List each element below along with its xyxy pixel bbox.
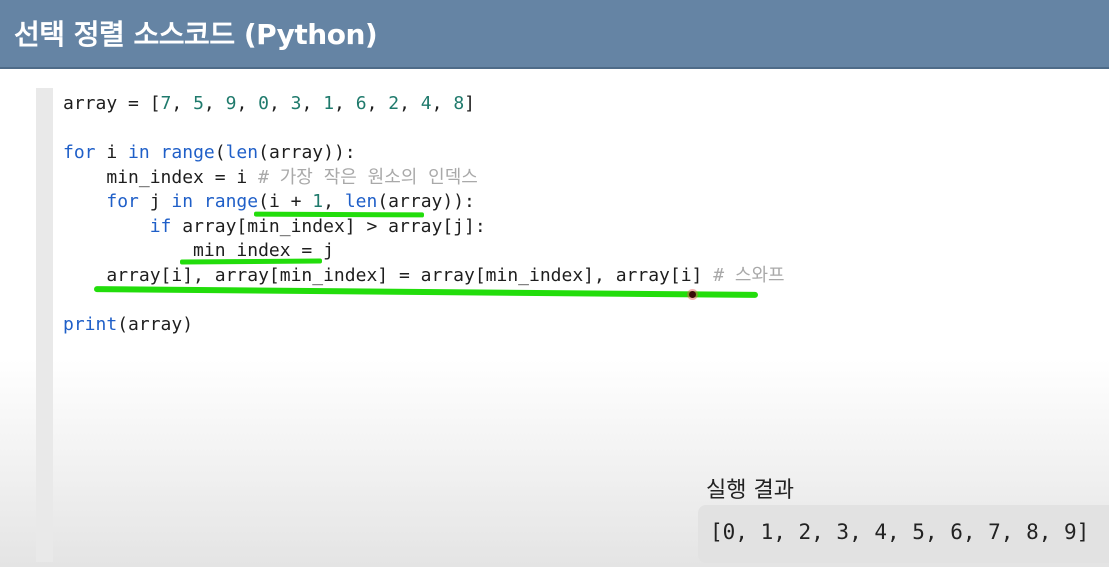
code-text: , xyxy=(323,191,345,212)
code-text: = [ xyxy=(117,93,161,114)
number-literal: 4 xyxy=(420,93,432,114)
code-line-6: if array[min_index] > array[j]: xyxy=(63,215,785,240)
code-text: (array)): xyxy=(258,142,356,163)
code-line-7: min_index = j xyxy=(63,239,785,264)
number-literal: 3 xyxy=(290,93,302,114)
code-gutter xyxy=(36,88,53,562)
number-literal: 5 xyxy=(193,93,204,114)
code-text: array[min_index] > array[j]: xyxy=(171,215,486,237)
builtin-range: range xyxy=(160,142,215,163)
number-literal: 9 xyxy=(225,93,237,114)
code-line-3: for i in range(len(array)): xyxy=(63,141,785,166)
keyword-in: in xyxy=(128,142,150,163)
code-line-4: min_index = i # 가장 작은 원소의 인덱스 xyxy=(63,166,785,191)
keyword-for: for xyxy=(63,142,96,163)
builtin-len: len xyxy=(225,142,259,163)
code-text: j xyxy=(138,191,172,212)
code-text: ( xyxy=(214,142,226,163)
code-comment: # 스와프 xyxy=(713,264,785,286)
builtin-print: print xyxy=(63,313,118,335)
code-text: i xyxy=(95,142,129,163)
number-literal: 1 xyxy=(312,191,324,212)
number-literal: 8 xyxy=(453,93,465,114)
code-text: array xyxy=(63,93,118,114)
number-literal: 2 xyxy=(388,93,400,114)
slide-title: 선택 정렬 소스코드 (Python) xyxy=(14,18,378,51)
code-line-1: array = [7, 5, 9, 0, 3, 1, 6, 2, 4, 8] xyxy=(63,93,476,114)
number-literal: 6 xyxy=(355,93,367,114)
number-literal: 1 xyxy=(323,93,335,114)
highlight-min-index-assign xyxy=(179,258,323,265)
number-literal: 7 xyxy=(160,93,172,114)
result-output-box: [0, 1, 2, 3, 4, 5, 6, 7, 8, 9] xyxy=(698,505,1109,563)
keyword-if: if xyxy=(149,215,172,237)
result-output-value: [0, 1, 2, 3, 4, 5, 6, 7, 8, 9] xyxy=(710,520,1090,544)
builtin-len: len xyxy=(344,191,378,212)
pointer-dot xyxy=(689,291,696,298)
number-literal: 0 xyxy=(258,93,269,114)
code-text: array[i], array[min_index] = array[min_i… xyxy=(106,264,714,286)
code-text: (array) xyxy=(117,313,194,335)
slide-header: 선택 정렬 소스코드 (Python) xyxy=(0,0,1109,69)
result-label: 실행 결과 xyxy=(706,478,794,503)
code-text: (array)): xyxy=(377,191,475,212)
builtin-range: range xyxy=(203,191,259,212)
code-text: min_index = i xyxy=(106,166,259,188)
keyword-in: in xyxy=(171,191,194,212)
keyword-for: for xyxy=(106,191,139,212)
code-line-8: array[i], array[min_index] = array[min_i… xyxy=(63,264,785,289)
highlight-range-args xyxy=(253,211,425,218)
code-line-5: for j in range(i + 1, len(array)): xyxy=(63,190,785,215)
code-text: ] xyxy=(464,93,476,114)
code-line-10: print(array) xyxy=(63,313,785,338)
code-text: (i + xyxy=(258,191,313,212)
code-comment: # 가장 작은 원소의 인덱스 xyxy=(258,166,478,188)
